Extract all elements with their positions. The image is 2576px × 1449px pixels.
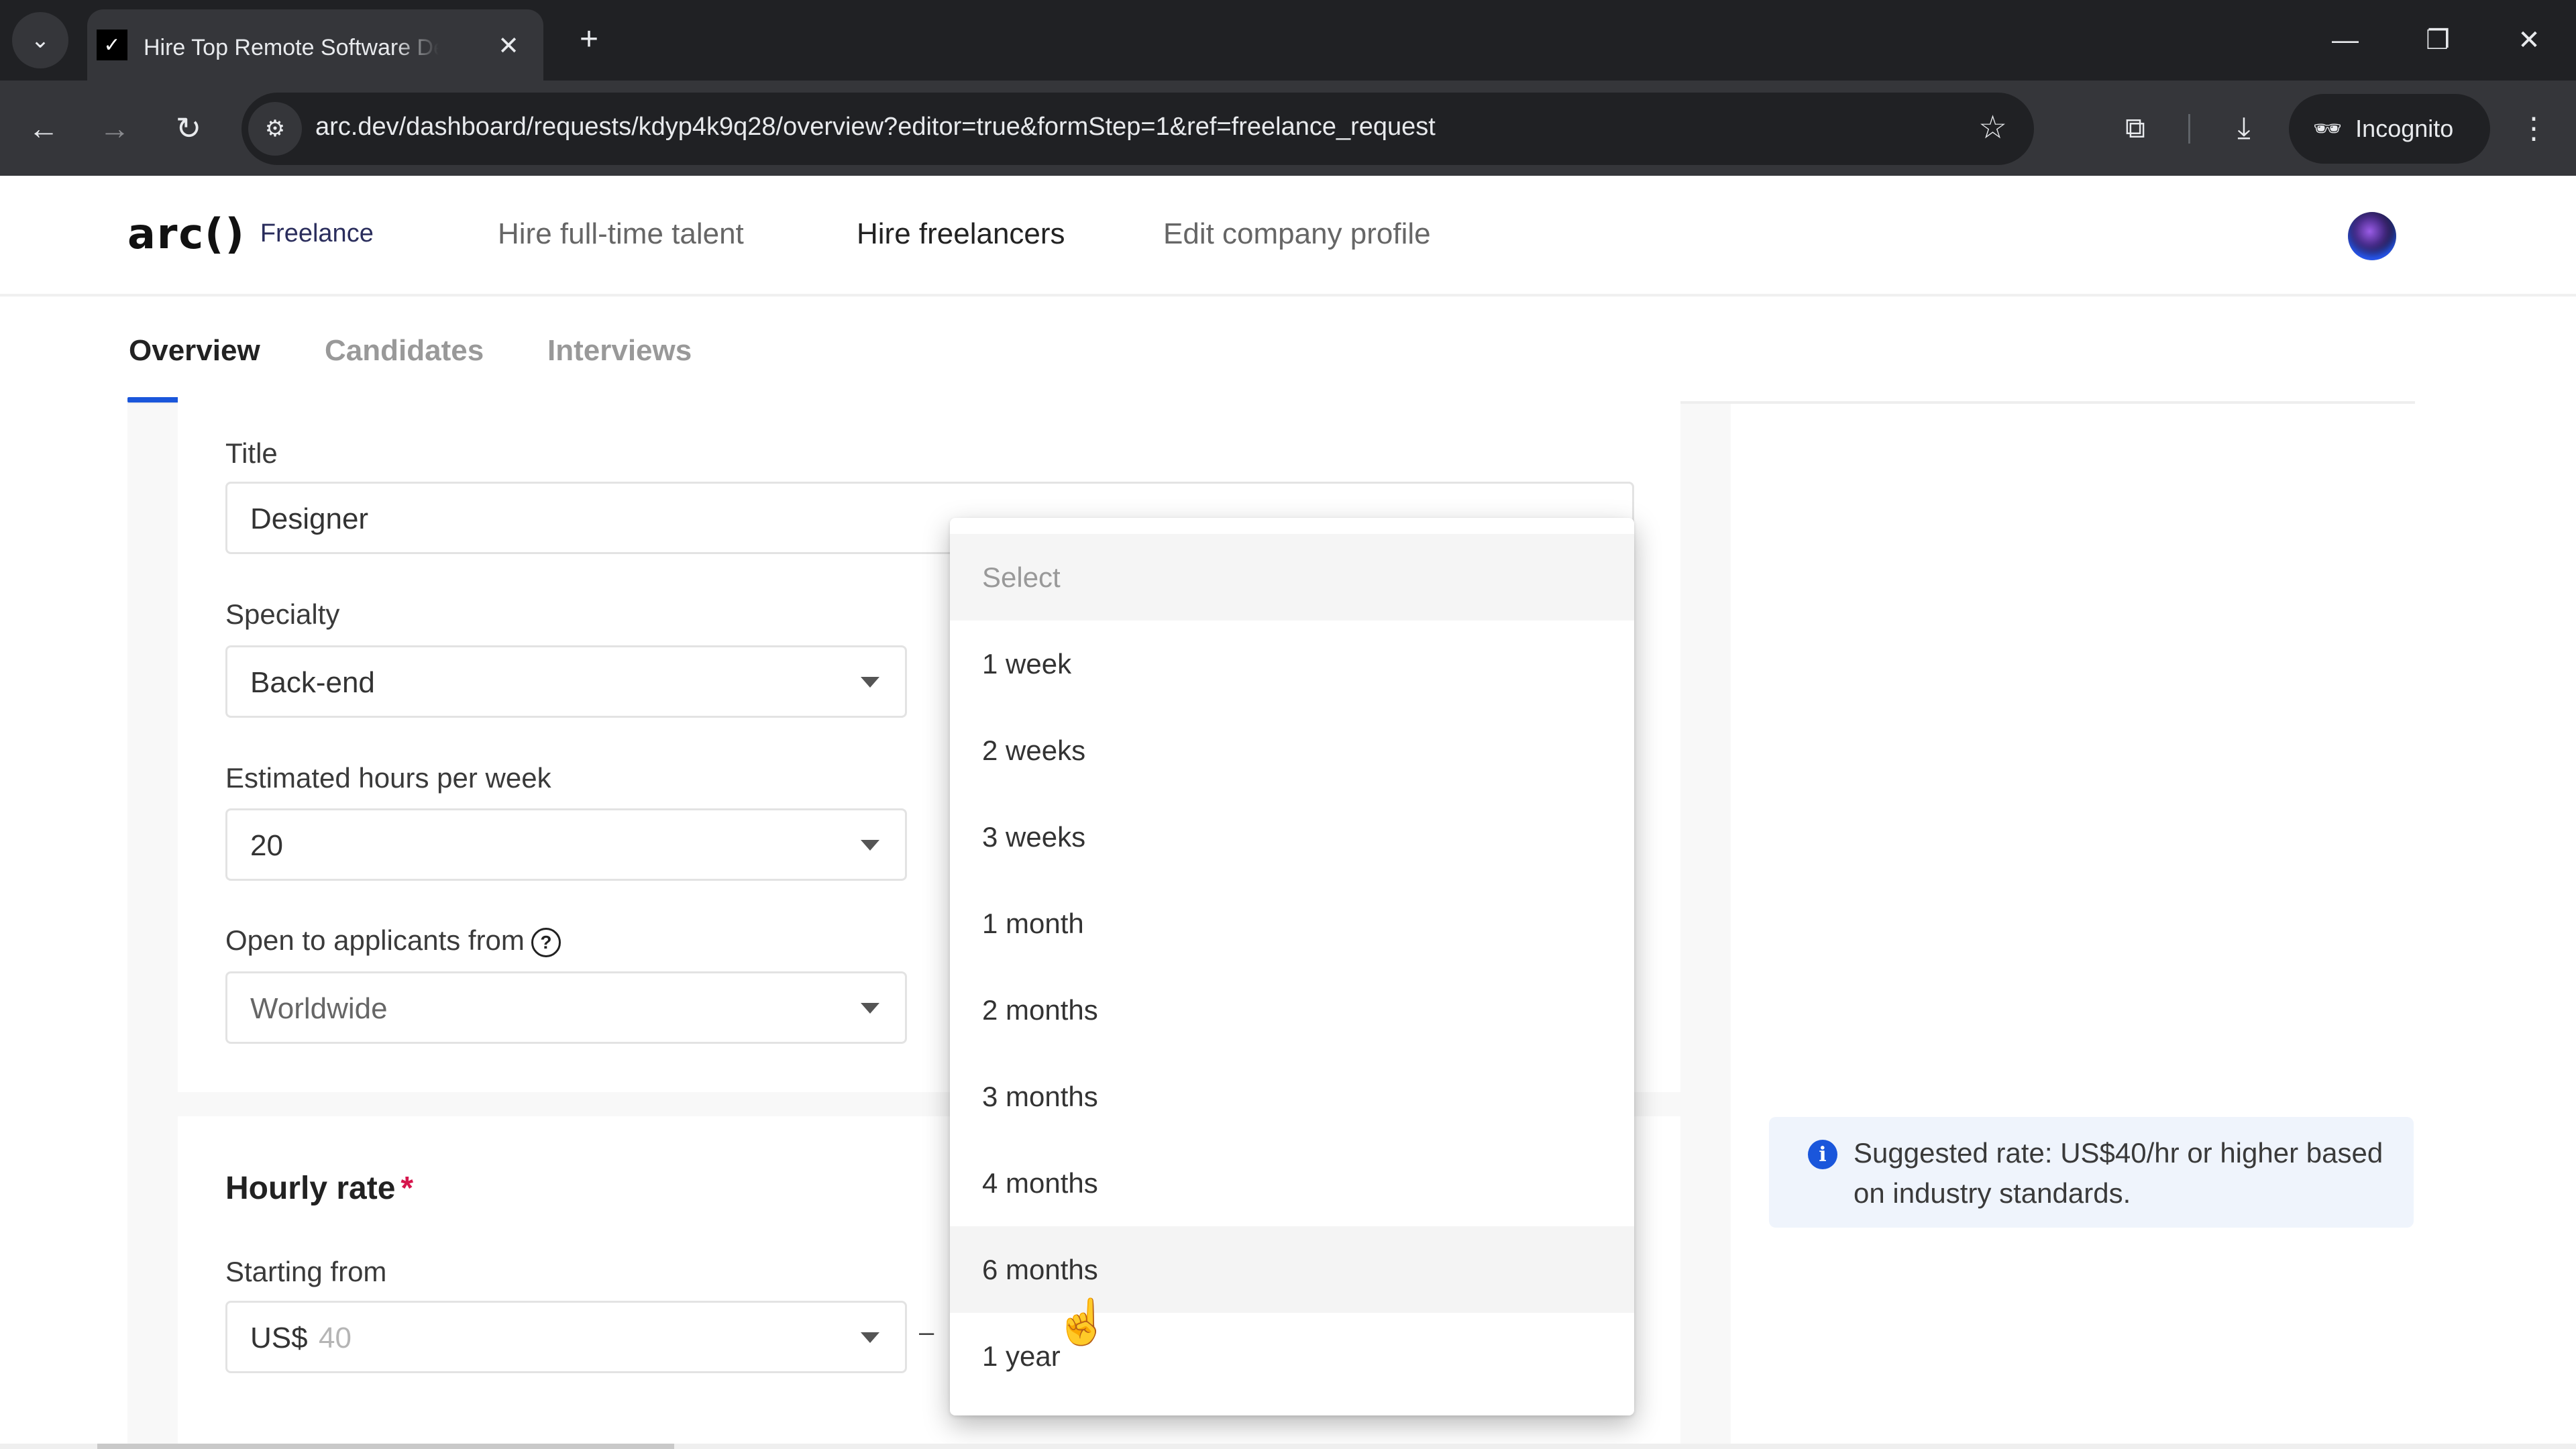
dropdown-option[interactable]: 4 months bbox=[950, 1140, 1634, 1226]
range-dash: – bbox=[919, 1318, 934, 1347]
download-icon: ⤓ bbox=[2237, 111, 2251, 144]
hours-label: Estimated hours per week bbox=[225, 762, 551, 794]
required-mark: * bbox=[400, 1171, 414, 1206]
plus-icon: + bbox=[579, 21, 599, 57]
chevron-down-icon: ⌄ bbox=[30, 28, 50, 53]
hand-pointer-cursor-icon: ☝ bbox=[1055, 1297, 1110, 1346]
url-text[interactable]: arc.dev/dashboard/requests/kdyp4k9q28/ov… bbox=[315, 113, 1436, 142]
site-info-button[interactable]: ⚙ bbox=[248, 102, 302, 156]
caret-down-icon bbox=[861, 840, 879, 851]
dropdown-option[interactable]: 1 month bbox=[950, 880, 1634, 967]
specialty-select[interactable]: Back-end bbox=[225, 645, 907, 718]
hourly-rate-title: Hourly rate bbox=[225, 1171, 396, 1206]
puzzle-icon: ⧉ bbox=[2125, 111, 2145, 144]
dropdown-option-placeholder[interactable]: Select bbox=[950, 534, 1634, 621]
starting-rate-select[interactable]: US$ 40 bbox=[225, 1301, 907, 1373]
close-icon: ✕ bbox=[2518, 25, 2540, 55]
restore-icon: ❐ bbox=[2426, 25, 2450, 55]
arrow-left-icon: ← bbox=[28, 111, 59, 146]
specialty-label: Specialty bbox=[225, 598, 340, 630]
info-icon: i bbox=[1808, 1140, 1837, 1169]
hourly-rate-heading: Hourly rate * bbox=[225, 1170, 413, 1207]
address-bar[interactable]: ⚙ arc.dev/dashboard/requests/kdyp4k9q28/… bbox=[241, 93, 2034, 165]
forward-button[interactable]: → bbox=[90, 103, 140, 153]
scrollbar-thumb[interactable] bbox=[97, 1444, 674, 1449]
dropdown-option[interactable]: 3 weeks bbox=[950, 794, 1634, 880]
tab-title: Hire Top Remote Software Developers bbox=[144, 35, 439, 60]
avatar[interactable] bbox=[2348, 212, 2396, 260]
starting-from-label: Starting from bbox=[225, 1256, 387, 1287]
applicants-value: Worldwide bbox=[250, 992, 388, 1025]
logo-mark: arc() bbox=[127, 209, 246, 258]
incognito-icon: 🕶 bbox=[2313, 116, 2343, 142]
close-icon: ✕ bbox=[498, 32, 519, 60]
minimize-button[interactable]: — bbox=[2318, 13, 2372, 67]
tab-list-button[interactable]: ⌄ bbox=[12, 12, 68, 68]
nav-hire-full-time[interactable]: Hire full-time talent bbox=[498, 217, 744, 251]
incognito-label: Incognito bbox=[2355, 115, 2454, 142]
page-tabs: Overview Candidates Interviews bbox=[127, 297, 2415, 404]
more-vert-icon: ⋮ bbox=[2519, 111, 2548, 145]
title-label: Title bbox=[225, 437, 278, 469]
tab-interviews[interactable]: Interviews bbox=[547, 334, 692, 368]
hours-select[interactable]: 20 bbox=[225, 808, 907, 881]
caret-down-icon bbox=[861, 677, 879, 688]
dropdown-option[interactable]: 2 months bbox=[950, 967, 1634, 1053]
dropdown-option[interactable]: 1 year bbox=[950, 1313, 1634, 1399]
caret-down-icon bbox=[861, 1332, 879, 1343]
tab-close-button[interactable]: ✕ bbox=[490, 27, 527, 64]
dropdown-option-hovered[interactable]: 6 months bbox=[950, 1226, 1634, 1313]
reload-button[interactable]: ↻ bbox=[164, 103, 213, 153]
help-icon[interactable]: ? bbox=[531, 927, 561, 957]
reload-icon: ↻ bbox=[175, 111, 202, 146]
extensions-button[interactable]: ⧉ bbox=[2112, 105, 2159, 152]
dropdown-option[interactable]: 1 week bbox=[950, 621, 1634, 707]
dropdown-option[interactable]: 2 weeks bbox=[950, 707, 1634, 794]
back-button[interactable]: ← bbox=[19, 103, 68, 153]
toolbar-divider bbox=[2188, 114, 2190, 144]
tab-candidates[interactable]: Candidates bbox=[325, 334, 484, 368]
app-header: arc() Freelance Hire full-time talent Hi… bbox=[0, 176, 2576, 297]
horizontal-scrollbar[interactable] bbox=[0, 1444, 2576, 1449]
applicants-select[interactable]: Worldwide bbox=[225, 971, 907, 1044]
browser-tab-active[interactable]: ✓ Hire Top Remote Software Developers ✕ bbox=[87, 9, 543, 80]
duration-dropdown-menu: Select 1 week 2 weeks 3 weeks 1 month 2 … bbox=[950, 518, 1634, 1415]
logo[interactable]: arc() Freelance bbox=[127, 209, 374, 258]
applicants-label-text: Open to applicants from bbox=[225, 924, 525, 956]
close-window-button[interactable]: ✕ bbox=[2502, 13, 2556, 67]
nav-edit-company-profile[interactable]: Edit company profile bbox=[1163, 217, 1431, 251]
caret-down-icon bbox=[861, 1003, 879, 1014]
rate-placeholder: 40 bbox=[319, 1322, 352, 1354]
applicants-label: Open to applicants from? bbox=[225, 924, 561, 957]
browser-toolbar: ← → ↻ ⚙ arc.dev/dashboard/requests/kdyp4… bbox=[0, 80, 2576, 176]
tab-overview[interactable]: Overview bbox=[129, 334, 260, 368]
new-tab-button[interactable]: + bbox=[569, 19, 609, 59]
bookmark-star-icon[interactable]: ☆ bbox=[1978, 109, 2007, 146]
suggested-rate-text: Suggested rate: US$40/hr or higher based… bbox=[1854, 1137, 2383, 1209]
specialty-value: Back-end bbox=[250, 666, 375, 699]
browser-menu-button[interactable]: ⋮ bbox=[2510, 105, 2557, 152]
browser-tab-bar: ⌄ ✓ Hire Top Remote Software Developers … bbox=[0, 0, 2576, 80]
minimize-icon: — bbox=[2332, 25, 2359, 55]
incognito-badge[interactable]: 🕶 Incognito bbox=[2289, 94, 2490, 164]
hours-value: 20 bbox=[250, 829, 283, 862]
arc-favicon-icon: ✓ bbox=[97, 30, 127, 60]
arrow-right-icon: → bbox=[99, 111, 130, 146]
suggested-rate-info: i Suggested rate: US$40/hr or higher bas… bbox=[1769, 1117, 2414, 1228]
logo-subtitle: Freelance bbox=[260, 219, 374, 248]
restore-button[interactable]: ❐ bbox=[2411, 13, 2465, 67]
title-value: Designer bbox=[250, 502, 369, 535]
downloads-button[interactable]: ⤓ bbox=[2220, 105, 2267, 152]
currency-label: US$ bbox=[250, 1322, 308, 1354]
tune-icon: ⚙ bbox=[264, 116, 286, 142]
nav-hire-freelancers[interactable]: Hire freelancers bbox=[857, 217, 1065, 251]
dropdown-option[interactable]: 3 months bbox=[950, 1053, 1634, 1140]
